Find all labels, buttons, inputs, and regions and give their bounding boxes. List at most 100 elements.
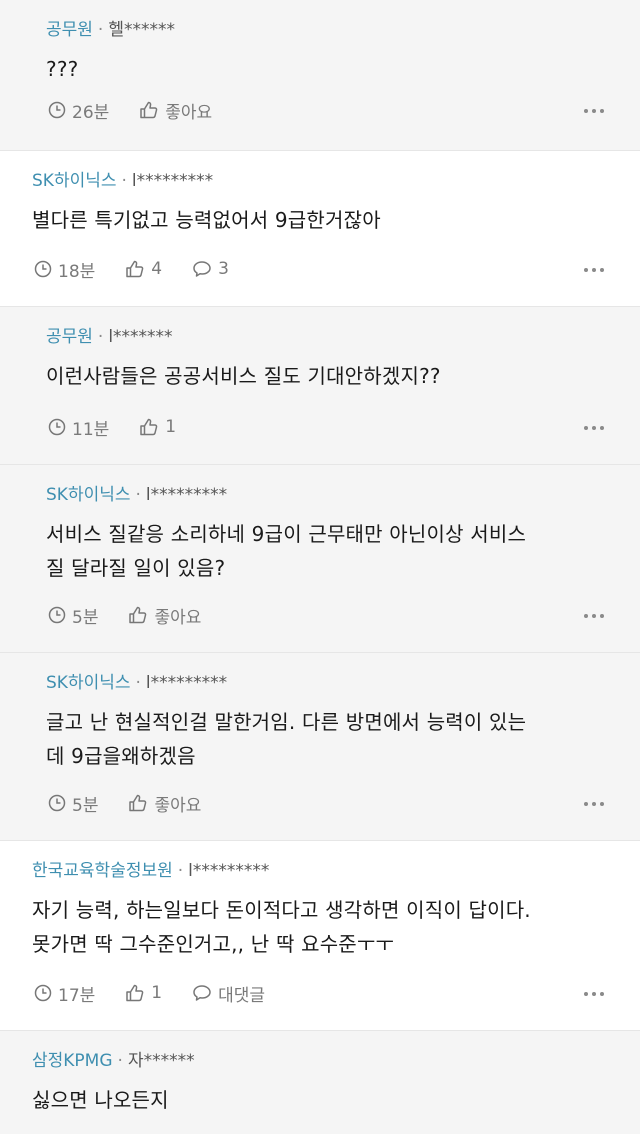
- comment-meta: 26분 좋아요: [48, 98, 242, 123]
- like-button[interactable]: 좋아요: [128, 791, 201, 816]
- time-stamp: 17분: [34, 981, 95, 1006]
- more-options-icon[interactable]: [584, 989, 604, 999]
- comment-header: 한국교육학술정보원 · l*********: [32, 859, 269, 883]
- clock-icon: [48, 101, 66, 119]
- like-label: 좋아요: [165, 102, 213, 123]
- comment-body: 자기 능력, 하는일보다 돈이적다고 생각하면 이직이 답이다. 못가면 딱 그…: [32, 893, 531, 961]
- separator-dot: ·: [97, 20, 104, 40]
- like-button[interactable]: 1: [139, 417, 176, 437]
- like-button[interactable]: 1: [125, 983, 162, 1003]
- thumbs-up-icon: [129, 606, 147, 624]
- company-name[interactable]: SK하이닉스: [32, 171, 117, 191]
- time-text: 5분: [72, 795, 99, 816]
- like-button[interactable]: 좋아요: [128, 603, 201, 628]
- like-label: 좋아요: [154, 795, 202, 816]
- username: l*********: [145, 673, 228, 693]
- company-name[interactable]: SK하이닉스: [46, 485, 131, 505]
- comment-item: 한국교육학술정보원 · l********* 자기 능력, 하는일보다 돈이적다고 …: [0, 840, 640, 1030]
- time-text: 5분: [72, 607, 99, 628]
- thumbs-up-icon: [140, 101, 158, 119]
- more-options-icon[interactable]: [584, 106, 604, 116]
- username: l*******: [108, 327, 173, 347]
- comment-text-line: 자기 능력, 하는일보다 돈이적다고 생각하면 이직이 답이다.: [32, 898, 531, 922]
- comment-text-line: 싫으면 나오든지: [32, 1088, 169, 1112]
- reply-count: 3: [218, 259, 229, 279]
- company-name[interactable]: 공무원: [46, 20, 93, 40]
- comment-header: 공무원 · l*******: [46, 325, 173, 349]
- comment-item: SK하이닉스 · l********* 글고 난 현실적인걸 말한거임. 다른 방면…: [0, 652, 640, 840]
- thumbs-up-icon: [140, 418, 158, 436]
- company-name[interactable]: SK하이닉스: [46, 673, 131, 693]
- time-stamp: 18분: [34, 257, 95, 282]
- username: l*********: [188, 861, 270, 881]
- reply-button[interactable]: 대댓글: [192, 981, 265, 1006]
- comment-text-line: 못가면 딱 그수준인거고,, 난 딱 요수준ㅜㅜ: [32, 932, 395, 956]
- comment-meta: 5분 좋아요: [48, 603, 231, 628]
- comment-text-line: 글고 난 현실적인걸 말한거임. 다른 방면에서 능력이 있는: [46, 710, 527, 734]
- separator-dot: ·: [97, 327, 104, 347]
- comment-meta: 18분 4 3: [34, 257, 259, 282]
- comment-header: SK하이닉스 · l*********: [46, 671, 227, 695]
- comment-text-line: 별다른 특기없고 능력없어서 9급한거잖아: [32, 208, 381, 232]
- comment-header: SK하이닉스 · l*********: [46, 483, 227, 507]
- speech-bubble-icon: [193, 985, 211, 1001]
- like-count: 4: [151, 259, 163, 279]
- username: 헬******: [108, 20, 175, 40]
- comment-item: SK하이닉스 · l********* 별다른 특기없고 능력없어서 9급한거잖아 …: [0, 150, 640, 306]
- separator-dot: ·: [121, 171, 127, 191]
- time-text: 11분: [72, 419, 110, 440]
- like-label: 좋아요: [154, 607, 202, 628]
- like-button[interactable]: 4: [125, 259, 162, 279]
- thumbs-up-icon: [129, 794, 147, 812]
- comment-text-line: ???: [46, 57, 79, 81]
- comment-item: 공무원 · l******* 이런사람들은 공공서비스 질도 기대안하겠지?? 11…: [0, 306, 640, 464]
- more-options-icon[interactable]: [584, 423, 604, 433]
- comment-body: 싫으면 나오든지: [32, 1083, 169, 1117]
- reply-label: 대댓글: [218, 985, 266, 1006]
- more-options-icon[interactable]: [584, 611, 604, 621]
- comment-text-line: 질 달라질 일이 있음?: [46, 556, 226, 580]
- comment-body: 서비스 질같응 소리하네 9급이 근무태만 아닌이상 서비스 질 달라질 일이 …: [46, 517, 526, 585]
- company-name[interactable]: 한국교육학술정보원: [32, 861, 173, 881]
- comment-text-line: 이런사람들은 공공서비스 질도 기대안하겠지??: [46, 364, 441, 388]
- clock-icon: [34, 984, 52, 1002]
- comment-meta: 17분 1 대댓글: [34, 981, 295, 1006]
- comment-text-line: 서비스 질같응 소리하네 9급이 근무태만 아닌이상 서비스: [46, 522, 527, 546]
- separator-dot: ·: [135, 673, 141, 693]
- comment-item: 삼정KPMG · 자****** 싫으면 나오든지: [0, 1030, 640, 1134]
- thumbs-up-icon: [126, 984, 144, 1002]
- separator-dot: ·: [117, 1051, 123, 1071]
- separator-dot: ·: [177, 861, 184, 881]
- comment-text-line: 데 9급을왜하겠음: [46, 744, 196, 768]
- time-stamp: 5분: [48, 791, 98, 816]
- username: l*********: [145, 485, 228, 505]
- time-stamp: 5분: [48, 603, 98, 628]
- comment-meta: 5분 좋아요: [48, 791, 231, 816]
- username: l*********: [131, 171, 214, 191]
- comment-body: 이런사람들은 공공서비스 질도 기대안하겠지??: [46, 359, 441, 393]
- company-name[interactable]: 공무원: [46, 327, 93, 347]
- clock-icon: [48, 418, 66, 436]
- comment-meta: 11분 1: [48, 415, 206, 440]
- time-text: 18분: [58, 261, 96, 282]
- clock-icon: [48, 794, 66, 812]
- clock-icon: [34, 260, 52, 278]
- speech-bubble-icon: [193, 261, 211, 277]
- time-text: 26분: [72, 102, 110, 123]
- username: 자******: [127, 1051, 195, 1071]
- clock-icon: [48, 606, 66, 624]
- like-button[interactable]: 좋아요: [139, 98, 212, 123]
- like-count: 1: [165, 417, 177, 437]
- comment-item: 공무원 · 헬****** ??? 26분 좋아요: [0, 0, 640, 150]
- comment-body: 별다른 특기없고 능력없어서 9급한거잖아: [32, 203, 381, 237]
- thumbs-up-icon: [126, 260, 144, 278]
- more-options-icon[interactable]: [584, 265, 604, 275]
- more-options-icon[interactable]: [584, 799, 604, 809]
- company-name[interactable]: 삼정KPMG: [32, 1051, 113, 1071]
- comment-body: 글고 난 현실적인걸 말한거임. 다른 방면에서 능력이 있는 데 9급을왜하겠…: [46, 705, 526, 773]
- time-text: 17분: [58, 985, 96, 1006]
- comment-item: SK하이닉스 · l********* 서비스 질같응 소리하네 9급이 근무태만 …: [0, 464, 640, 652]
- reply-button[interactable]: 3: [192, 259, 229, 279]
- comment-header: SK하이닉스 · l*********: [32, 169, 213, 193]
- like-count: 1: [151, 983, 163, 1003]
